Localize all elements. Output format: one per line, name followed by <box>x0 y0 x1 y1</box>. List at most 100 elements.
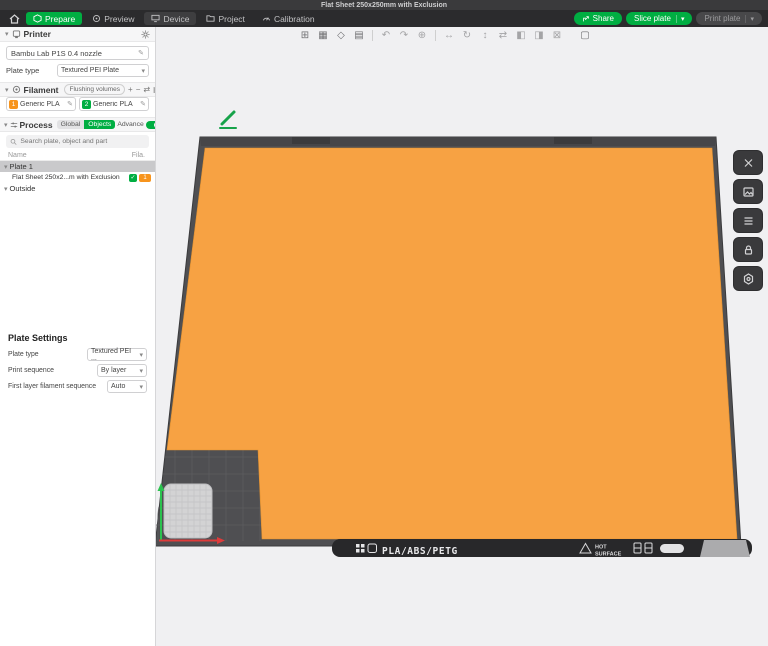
filament-section-header[interactable]: ▾ Filament Flushing volumes + − ⇄ ▤ <box>0 82 155 97</box>
share-label: Share <box>593 14 614 23</box>
scale-tool-icon[interactable]: ↕ <box>478 29 492 43</box>
assembly-view-icon[interactable]: ▢ <box>578 29 592 43</box>
arrange-icon[interactable]: ◇ <box>334 29 348 43</box>
prepare-icon <box>33 14 42 23</box>
printer-select[interactable]: Bambu Lab P1S 0.4 nozzle ✎ <box>6 46 149 60</box>
window-titlebar: Flat Sheet 250x250mm with Exclusion <box>0 0 768 10</box>
lock-plate-button[interactable] <box>733 237 763 262</box>
redo-icon[interactable]: ↷ <box>397 29 411 43</box>
tree-row-outside[interactable]: ▾ Outside <box>0 183 155 194</box>
edit-printer-icon[interactable]: ✎ <box>138 49 144 57</box>
plate-1-collapse-icon[interactable]: ▾ <box>4 163 8 171</box>
paint-tool-icon[interactable]: ◧ <box>514 29 528 43</box>
tree-row-plate-1[interactable]: ▾ Plate 1 <box>0 161 155 172</box>
delete-plate-button[interactable] <box>733 150 763 175</box>
process-icon <box>10 121 18 129</box>
tab-calibration[interactable]: Calibration <box>255 12 322 25</box>
process-collapse-icon[interactable]: ▾ <box>4 121 8 129</box>
home-icon <box>9 14 20 24</box>
outside-collapse-icon[interactable]: ▾ <box>4 185 8 193</box>
slice-dropdown-icon[interactable]: ▾ <box>676 15 685 23</box>
segment-objects[interactable]: Objects <box>84 120 115 129</box>
advance-toggle[interactable] <box>146 121 156 129</box>
plate-1-label: Plate 1 <box>10 162 33 171</box>
plate-top-rim <box>200 137 716 146</box>
filament-1-select[interactable]: 1 Generic PLA ✎ <box>6 97 76 111</box>
split-icon[interactable]: ⊕ <box>415 29 429 43</box>
column-filament: Fila. <box>132 152 145 159</box>
process-section-title: Process <box>20 120 53 130</box>
object-filament-badge[interactable]: 1 <box>139 174 151 182</box>
plate-type-select[interactable]: Textured PEI Plate ▾ <box>57 64 149 77</box>
print-plate-button[interactable]: Print plate ▾ <box>696 12 762 25</box>
tab-prepare[interactable]: Prepare <box>26 12 82 25</box>
plate-settings-button[interactable] <box>733 266 763 291</box>
ps-plate-type-select[interactable]: Textured PEI ... ▾ <box>87 348 147 361</box>
filament-list: 1 Generic PLA ✎ 2 Generic PLA ✎ <box>0 97 155 117</box>
home-button[interactable] <box>6 12 22 25</box>
flushing-volumes-button[interactable]: Flushing volumes <box>64 84 125 95</box>
object-label: Flat Sheet 250x2...m with Exclusion <box>12 174 127 181</box>
close-icon <box>741 156 756 170</box>
tab-calibration-label: Calibration <box>274 14 315 24</box>
print-plate-label: Print plate <box>704 14 740 23</box>
filament-2-select[interactable]: 2 Generic PLA ✎ <box>79 97 149 111</box>
filament-1-name: Generic PLA <box>20 101 65 108</box>
image-icon <box>741 185 756 199</box>
printer-settings-gear-icon[interactable] <box>141 30 150 39</box>
plate-type-value: Textured PEI Plate <box>61 67 119 74</box>
printer-section-header[interactable]: ▾ Printer <box>0 27 155 42</box>
plate-tag <box>660 544 684 553</box>
add-filament-button[interactable]: + <box>128 85 133 94</box>
window-title: Flat Sheet 250x250mm with Exclusion <box>321 2 447 9</box>
plate-list-button[interactable] <box>733 208 763 233</box>
remove-filament-button[interactable]: − <box>136 85 141 94</box>
sync-filament-icon[interactable]: ⇄ <box>143 85 150 94</box>
ps-print-sequence-select[interactable]: By layer ▾ <box>97 364 147 377</box>
tab-device[interactable]: Device <box>144 12 196 25</box>
ps-first-layer-sequence-label: First layer filament sequence <box>8 383 96 390</box>
outside-label: Outside <box>10 184 36 193</box>
add-object-icon[interactable]: ⊞ <box>298 29 312 43</box>
seam-tool-icon[interactable]: ◨ <box>532 29 546 43</box>
tree-row-object[interactable]: Flat Sheet 250x2...m with Exclusion ✓ 1 <box>0 172 155 183</box>
orient-icon[interactable]: ▤ <box>352 29 366 43</box>
share-button[interactable]: Share <box>574 12 622 25</box>
bambu-studio-window: Flat Sheet 250x250mm with Exclusion Prep… <box>0 0 768 646</box>
viewport-3d[interactable]: PLA/ABS/PETG HOT SURFACE <box>156 27 768 646</box>
share-icon <box>582 15 590 23</box>
text-tool-icon[interactable]: ⊠ <box>550 29 564 43</box>
ps-first-layer-sequence-select[interactable]: Auto ▾ <box>107 380 147 393</box>
filament-2-name: Generic PLA <box>93 101 138 108</box>
plate-image-button[interactable] <box>733 179 763 204</box>
rotate-tool-icon[interactable]: ↻ <box>460 29 474 43</box>
device-icon <box>151 14 160 23</box>
search-input[interactable] <box>20 138 145 145</box>
print-dropdown-icon[interactable]: ▾ <box>745 15 754 23</box>
undo-icon[interactable]: ↶ <box>379 29 393 43</box>
segment-global[interactable]: Global <box>57 120 85 129</box>
exclusion-pad-grid <box>162 482 214 540</box>
edit-filament-1-icon[interactable]: ✎ <box>67 100 73 108</box>
printable-checkbox[interactable]: ✓ <box>129 174 137 182</box>
lock-icon <box>741 243 756 257</box>
tab-project[interactable]: Project <box>199 12 251 25</box>
move-tool-icon[interactable]: ↔ <box>442 29 456 43</box>
add-plate-icon[interactable]: ▦ <box>316 29 330 43</box>
mirror-tool-icon[interactable]: ⇄ <box>496 29 510 43</box>
plate-front-tab <box>700 540 750 557</box>
slice-plate-button[interactable]: Slice plate ▾ <box>626 12 692 25</box>
ps-print-sequence-value: By layer <box>101 367 126 374</box>
filament-collapse-icon[interactable]: ▾ <box>5 86 9 94</box>
process-section-header[interactable]: ▾ Process Global Objects Advance ▤ <box>0 117 155 132</box>
printer-icon <box>12 30 21 39</box>
printer-collapse-icon[interactable]: ▾ <box>5 30 9 38</box>
filament-1-color-badge: 1 <box>9 100 18 109</box>
mode-tabs: Prepare Preview Device Project Calibrati… <box>26 12 322 25</box>
viewport-toolbar: ⊞ ▦ ◇ ▤ ↶ ↷ ⊕ ↔ ↻ ↕ ⇄ ◧ ◨ ⊠ ▢ <box>298 28 592 43</box>
calibration-icon <box>262 14 271 23</box>
plate-settings-panel: Plate Settings Plate type Textured PEI .… <box>0 329 155 400</box>
ps-print-sequence-label: Print sequence <box>8 367 54 374</box>
edit-filament-2-icon[interactable]: ✎ <box>140 100 146 108</box>
tab-preview[interactable]: Preview <box>85 12 141 25</box>
